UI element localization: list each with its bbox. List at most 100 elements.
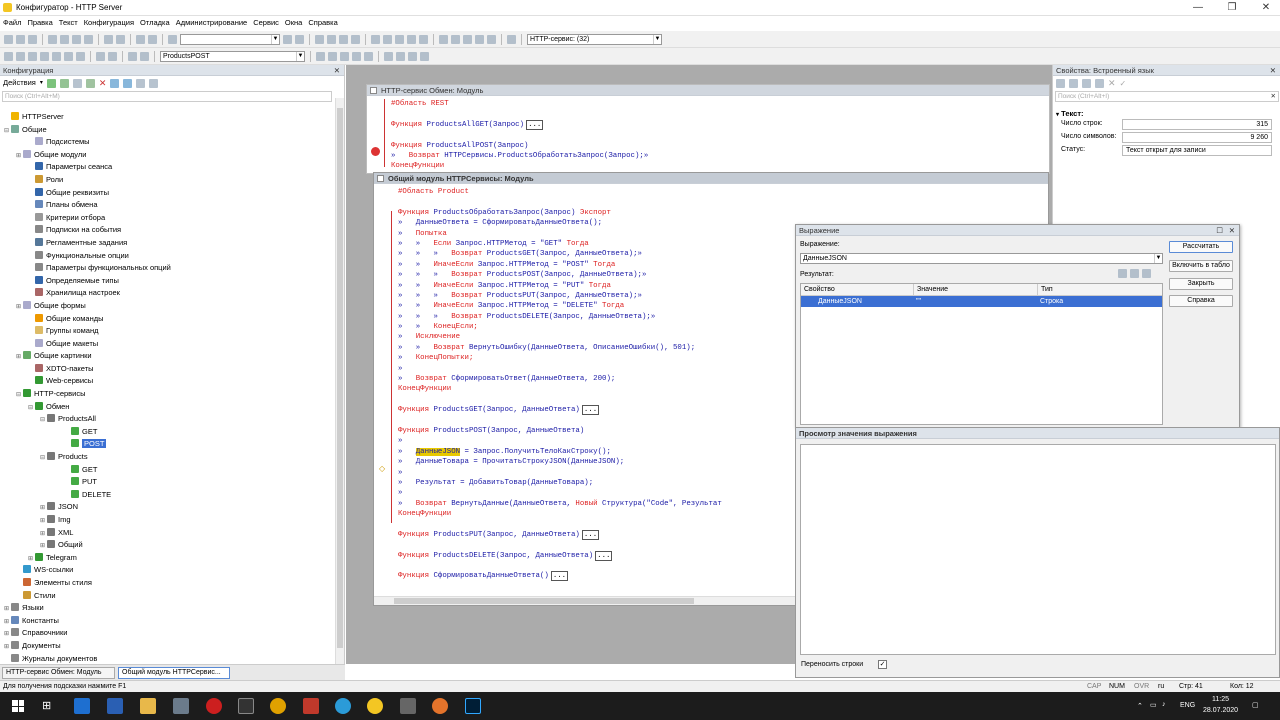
code-area[interactable]: #Область Product Функция ProductsОбработа… xyxy=(398,187,722,582)
terminal-icon[interactable] xyxy=(238,698,254,714)
collapsed-block[interactable]: ... xyxy=(581,405,600,416)
filter-icon[interactable] xyxy=(149,78,159,88)
keyboard-lang[interactable]: ENG xyxy=(1180,702,1195,709)
close-icon[interactable]: ✕ xyxy=(1254,1,1278,14)
opera-icon[interactable] xyxy=(206,698,222,714)
tree-node[interactable]: ⊟ Обмен xyxy=(0,401,335,414)
cut-icon[interactable] xyxy=(48,34,57,44)
tree-node[interactable]: GET xyxy=(0,426,335,439)
table-icon[interactable] xyxy=(395,34,404,44)
task-view-icon[interactable]: ⊞ xyxy=(42,699,51,712)
code-area[interactable]: #Область REST Функция ProductsAllGET(Запр… xyxy=(391,99,648,172)
menu-item[interactable]: Отладка xyxy=(137,16,173,29)
events-icon[interactable] xyxy=(1082,78,1091,88)
actions-menu[interactable]: Действия xyxy=(3,76,36,90)
copy-icon[interactable] xyxy=(60,34,69,44)
tree-node[interactable]: ⊞ JSON xyxy=(0,501,335,514)
tree-node[interactable]: Общие реквизиты xyxy=(0,187,335,200)
network-icon[interactable]: ▭ xyxy=(1150,701,1157,709)
calculate-button[interactable]: Рассчитать xyxy=(1169,241,1233,253)
chrome-icon[interactable] xyxy=(270,698,286,714)
preview-icon[interactable] xyxy=(116,34,125,44)
collapse-icon[interactable]: ▾ xyxy=(1056,112,1059,118)
menu-item[interactable]: Текст xyxy=(56,16,81,29)
configuration-search-input[interactable]: Поиск (Ctrl+Alt+M) xyxy=(2,91,332,102)
column-type[interactable]: Тип xyxy=(1037,284,1053,296)
tree-node[interactable]: Стили xyxy=(0,590,335,603)
start-icon[interactable] xyxy=(12,700,24,712)
menu-item[interactable]: Окна xyxy=(282,16,305,29)
tree-node[interactable]: WS-ссылки xyxy=(0,564,335,577)
debug-icon[interactable] xyxy=(327,34,336,44)
grid-icon[interactable] xyxy=(28,51,37,61)
move-down-icon[interactable] xyxy=(123,78,133,88)
tree-node[interactable]: POST xyxy=(0,438,335,451)
watch-icon[interactable] xyxy=(396,51,405,61)
tab-common-module[interactable]: Общий модуль HTTPСервис... xyxy=(118,667,230,679)
tree-node[interactable]: Подписки на события xyxy=(0,224,335,237)
tree-node[interactable]: ⊞ Общие формы xyxy=(0,300,335,313)
properties-search-input[interactable]: Поиск (Ctrl+Alt+I) ✕ xyxy=(1055,91,1279,102)
anydesk-icon[interactable] xyxy=(303,698,319,714)
tree-node[interactable]: ⊟ Общие xyxy=(0,124,335,137)
expand-icon[interactable] xyxy=(419,34,428,44)
maximize-icon[interactable]: ☐ xyxy=(1216,225,1223,236)
expression-input[interactable]: ДанныеJSON ▼ xyxy=(800,253,1163,264)
tree-node[interactable]: Определяемые типы xyxy=(0,275,335,288)
collapsed-block[interactable]: ... xyxy=(550,571,569,582)
find-next-icon[interactable] xyxy=(283,34,292,44)
dock-icon[interactable] xyxy=(439,34,448,44)
table-row[interactable]: ДанныеJSON "" Строка xyxy=(801,296,1162,307)
tree-node[interactable]: ⊞ Константы xyxy=(0,615,335,628)
close-icon[interactable]: ✕ xyxy=(1270,65,1276,76)
edit-icon[interactable] xyxy=(85,78,95,88)
delete-icon[interactable] xyxy=(84,34,93,44)
collapsed-block[interactable]: ... xyxy=(526,119,544,130)
add-icon[interactable] xyxy=(46,78,56,88)
clock-time[interactable]: 11:25 xyxy=(1212,696,1229,703)
scrollbar-thumb[interactable] xyxy=(337,108,343,648)
new-icon[interactable] xyxy=(4,34,13,44)
tree-node[interactable]: ⊞ Справочники xyxy=(0,627,335,640)
tree-node[interactable]: ⊞ Общие картинки xyxy=(0,350,335,363)
menu-item[interactable]: Правка xyxy=(24,16,55,29)
step-over-icon[interactable] xyxy=(352,51,361,61)
property-value[interactable]: 315 xyxy=(1122,119,1272,130)
add-to-watch-button[interactable]: Включить в табло xyxy=(1169,260,1233,272)
menu-item[interactable]: Сервис xyxy=(250,16,282,29)
tree-node[interactable]: Элементы стиля xyxy=(0,577,335,590)
redo-icon[interactable] xyxy=(148,34,157,44)
tree-scrollbar[interactable] xyxy=(335,98,344,664)
telegram-icon[interactable] xyxy=(335,698,351,714)
list-icon[interactable] xyxy=(4,51,13,61)
column-property[interactable]: Свойство xyxy=(804,284,835,296)
folder-icon[interactable] xyxy=(140,698,156,714)
tree-node[interactable]: DELETE xyxy=(0,489,335,502)
help-button[interactable]: Справка xyxy=(1169,295,1233,307)
outline-icon[interactable] xyxy=(16,51,25,61)
clear-icon[interactable]: ✕ xyxy=(1108,78,1116,89)
categorized-icon[interactable] xyxy=(1056,78,1065,88)
tree-node[interactable]: GET xyxy=(0,464,335,477)
menu-item[interactable]: Справка xyxy=(305,16,340,29)
find-prev-icon[interactable] xyxy=(295,34,304,44)
menu-item[interactable]: Файл xyxy=(0,16,24,29)
tree-node[interactable]: Роли xyxy=(0,174,335,187)
uncomment-icon[interactable] xyxy=(108,51,117,61)
panel-icon[interactable] xyxy=(475,34,484,44)
tree-node[interactable]: Регламентные задания xyxy=(0,237,335,250)
collapsed-block[interactable]: ... xyxy=(595,550,613,561)
stop-icon[interactable] xyxy=(420,51,429,61)
window-icon[interactable] xyxy=(463,34,472,44)
tree-node[interactable]: ⊞ Языки xyxy=(0,602,335,615)
tree-node[interactable]: ⊟ HTTP-сервисы xyxy=(0,388,335,401)
tree-node[interactable]: Параметры функциональных опций xyxy=(0,262,335,275)
indent-icon[interactable] xyxy=(64,51,73,61)
function-icon[interactable] xyxy=(1130,269,1139,278)
chevron-down-icon[interactable]: ▼ xyxy=(296,51,304,61)
procedure-icon[interactable] xyxy=(140,51,149,61)
tray-chevron-icon[interactable]: ⌃ xyxy=(1137,702,1143,710)
add-child-icon[interactable] xyxy=(59,78,69,88)
bracket-icon[interactable] xyxy=(407,34,416,44)
tree-node[interactable]: PUT xyxy=(0,476,335,489)
